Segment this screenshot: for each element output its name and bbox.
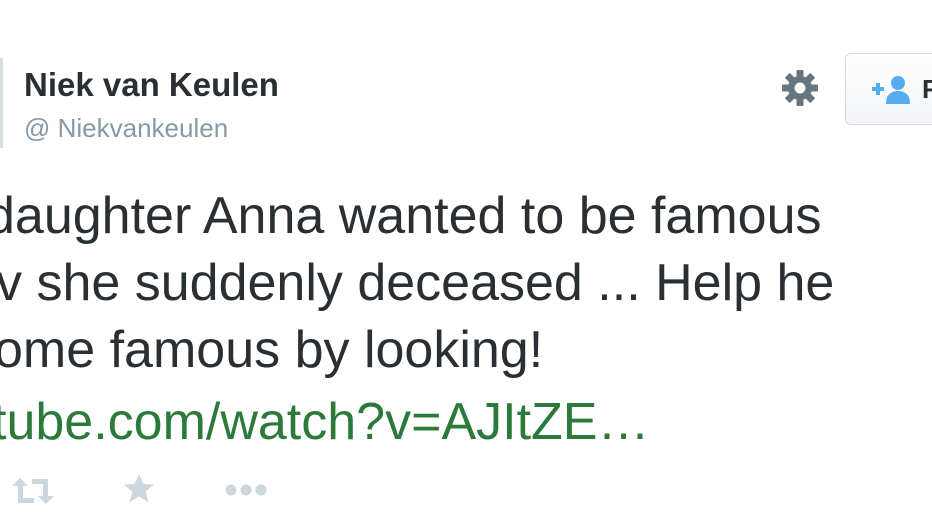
retweet-icon[interactable] [10, 476, 56, 506]
user-name[interactable]: Niek van Keulen [24, 66, 279, 104]
tweet-text-line: ome famous by looking! [0, 321, 544, 379]
tweet-text-line: v she suddenly deceased ... Help he [0, 254, 835, 312]
gear-icon[interactable] [780, 68, 820, 108]
follow-label: F [922, 74, 932, 105]
tweet-text: daughter Anna wanted to be famous v she … [0, 183, 932, 384]
tweet-text-line: daughter Anna wanted to be famous [0, 187, 822, 245]
add-user-icon [870, 74, 914, 106]
tweet-link[interactable]: tube.com/watch?v=AJItZE… [0, 392, 650, 452]
tweet-actions [0, 470, 932, 514]
follow-button[interactable]: F [845, 53, 932, 125]
user-handle[interactable]: @ Niekvankeulen [24, 113, 228, 144]
avatar[interactable] [0, 58, 3, 148]
more-icon[interactable] [224, 482, 268, 498]
star-icon[interactable] [122, 472, 156, 506]
